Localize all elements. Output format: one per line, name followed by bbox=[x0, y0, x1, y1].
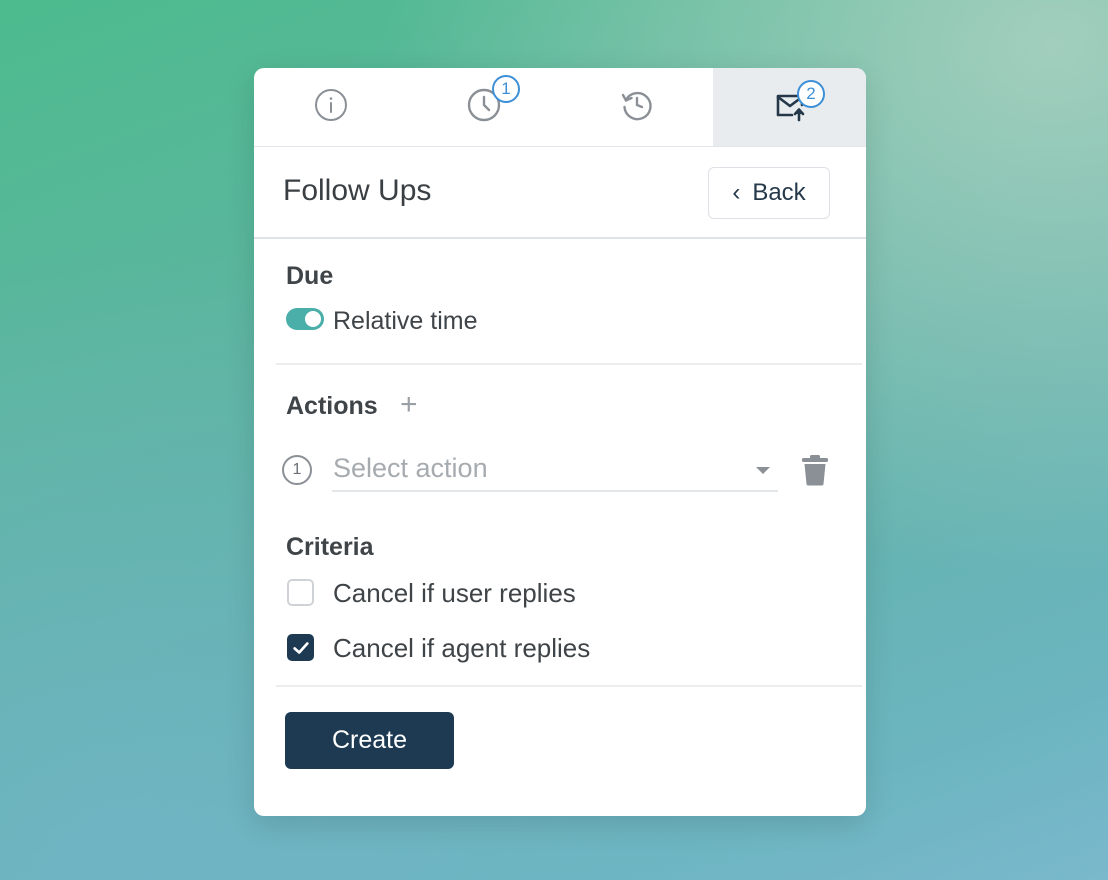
tab-timer[interactable]: 1 bbox=[407, 68, 560, 146]
relative-time-toggle[interactable] bbox=[286, 308, 324, 330]
tab-info[interactable] bbox=[254, 68, 407, 146]
panel-header: Follow Ups ‹ Back bbox=[254, 147, 866, 239]
criteria-label: Criteria bbox=[286, 533, 374, 561]
due-label: Due bbox=[286, 262, 334, 290]
action-select-placeholder: Select action bbox=[333, 453, 488, 483]
divider bbox=[276, 685, 862, 687]
cancel-agent-replies-label: Cancel if agent replies bbox=[333, 633, 591, 663]
action-select[interactable]: Select action bbox=[332, 450, 778, 492]
create-button[interactable]: Create bbox=[285, 712, 454, 769]
cancel-agent-replies-checkbox[interactable] bbox=[287, 634, 314, 661]
cancel-user-replies-checkbox[interactable] bbox=[287, 579, 314, 606]
info-icon bbox=[313, 87, 349, 128]
relative-time-label: Relative time bbox=[333, 307, 478, 335]
add-action-button[interactable]: + bbox=[400, 390, 418, 420]
back-button-label: Back bbox=[752, 179, 806, 206]
trash-icon bbox=[802, 455, 828, 486]
chevron-left-icon: ‹ bbox=[732, 179, 741, 206]
delete-action-button[interactable] bbox=[801, 454, 829, 486]
tab-bar: 1 2 bbox=[254, 68, 866, 147]
history-icon bbox=[619, 87, 655, 128]
check-icon bbox=[292, 641, 309, 654]
cancel-user-replies-label: Cancel if user replies bbox=[333, 578, 576, 608]
tab-follow-ups[interactable]: 2 bbox=[713, 68, 866, 146]
tab-badge: 2 bbox=[797, 80, 825, 108]
page-title: Follow Ups bbox=[283, 174, 432, 207]
divider bbox=[276, 363, 862, 365]
tab-badge: 1 bbox=[492, 75, 520, 103]
actions-label: Actions bbox=[286, 392, 378, 420]
action-step-number: 1 bbox=[282, 455, 312, 485]
back-button[interactable]: ‹ Back bbox=[708, 167, 830, 219]
follow-ups-panel: 1 2 Follow Ups ‹ Back Due Relative time … bbox=[254, 68, 866, 816]
caret-down-icon bbox=[756, 467, 770, 474]
tab-history[interactable] bbox=[560, 68, 713, 146]
